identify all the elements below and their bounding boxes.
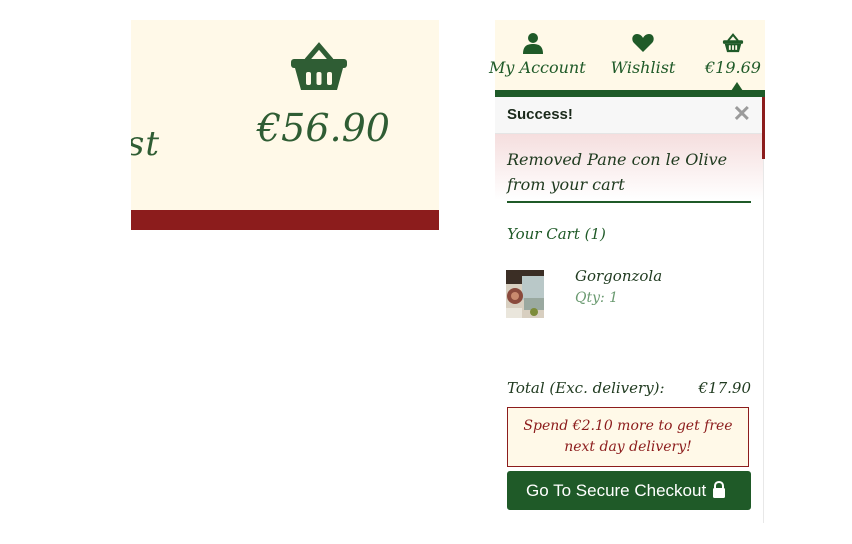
free-delivery-text: Spend €2.10 more to get free next day de… bbox=[523, 418, 733, 455]
wishlist-label: Wishlist bbox=[610, 58, 676, 77]
heart-icon bbox=[632, 34, 654, 52]
basket-icon[interactable] bbox=[289, 42, 349, 92]
checkout-label: Go To Secure Checkout bbox=[526, 481, 707, 500]
wishlist-label-partial[interactable]: ist bbox=[131, 124, 160, 164]
product-name[interactable]: Gorgonzola bbox=[575, 267, 662, 285]
cart-total-zoomed[interactable]: €56.90 bbox=[257, 106, 390, 150]
basket-icon bbox=[722, 33, 744, 53]
cart-heading: Your Cart (1) bbox=[507, 225, 606, 243]
wishlist-link[interactable]: Wishlist bbox=[603, 20, 683, 92]
header-green-bar bbox=[495, 90, 765, 97]
user-icon bbox=[523, 33, 543, 54]
site-header-nav: My Account Wishlist €19.69 bbox=[489, 20, 765, 92]
close-icon[interactable]: ✕ bbox=[733, 101, 751, 127]
cart-success-toast: Success! ✕ Removed Pane con le Olive fro… bbox=[495, 97, 764, 523]
lock-icon bbox=[713, 481, 725, 498]
product-qty: Qty: 1 bbox=[575, 290, 619, 306]
red-divider-bar bbox=[131, 210, 439, 230]
free-delivery-notice: Spend €2.10 more to get free next day de… bbox=[507, 407, 749, 467]
toast-header: Success! ✕ bbox=[495, 97, 763, 134]
total-label: Total (Exc. delivery): bbox=[507, 379, 665, 397]
secure-checkout-button[interactable]: Go To Secure Checkout bbox=[507, 471, 751, 510]
cart-total-label: €19.69 bbox=[705, 58, 761, 77]
zoomed-header-fragment: ist €56.90 bbox=[131, 20, 439, 210]
toast-title: Success! bbox=[507, 106, 573, 123]
divider bbox=[507, 201, 751, 203]
total-value: €17.90 bbox=[698, 379, 752, 397]
toast-message: Removed Pane con le Olive from your cart bbox=[507, 150, 728, 194]
my-account-link[interactable]: My Account bbox=[489, 20, 586, 92]
product-thumbnail[interactable] bbox=[506, 270, 544, 318]
my-account-label: My Account bbox=[489, 58, 586, 77]
toast-red-edge bbox=[762, 97, 765, 159]
